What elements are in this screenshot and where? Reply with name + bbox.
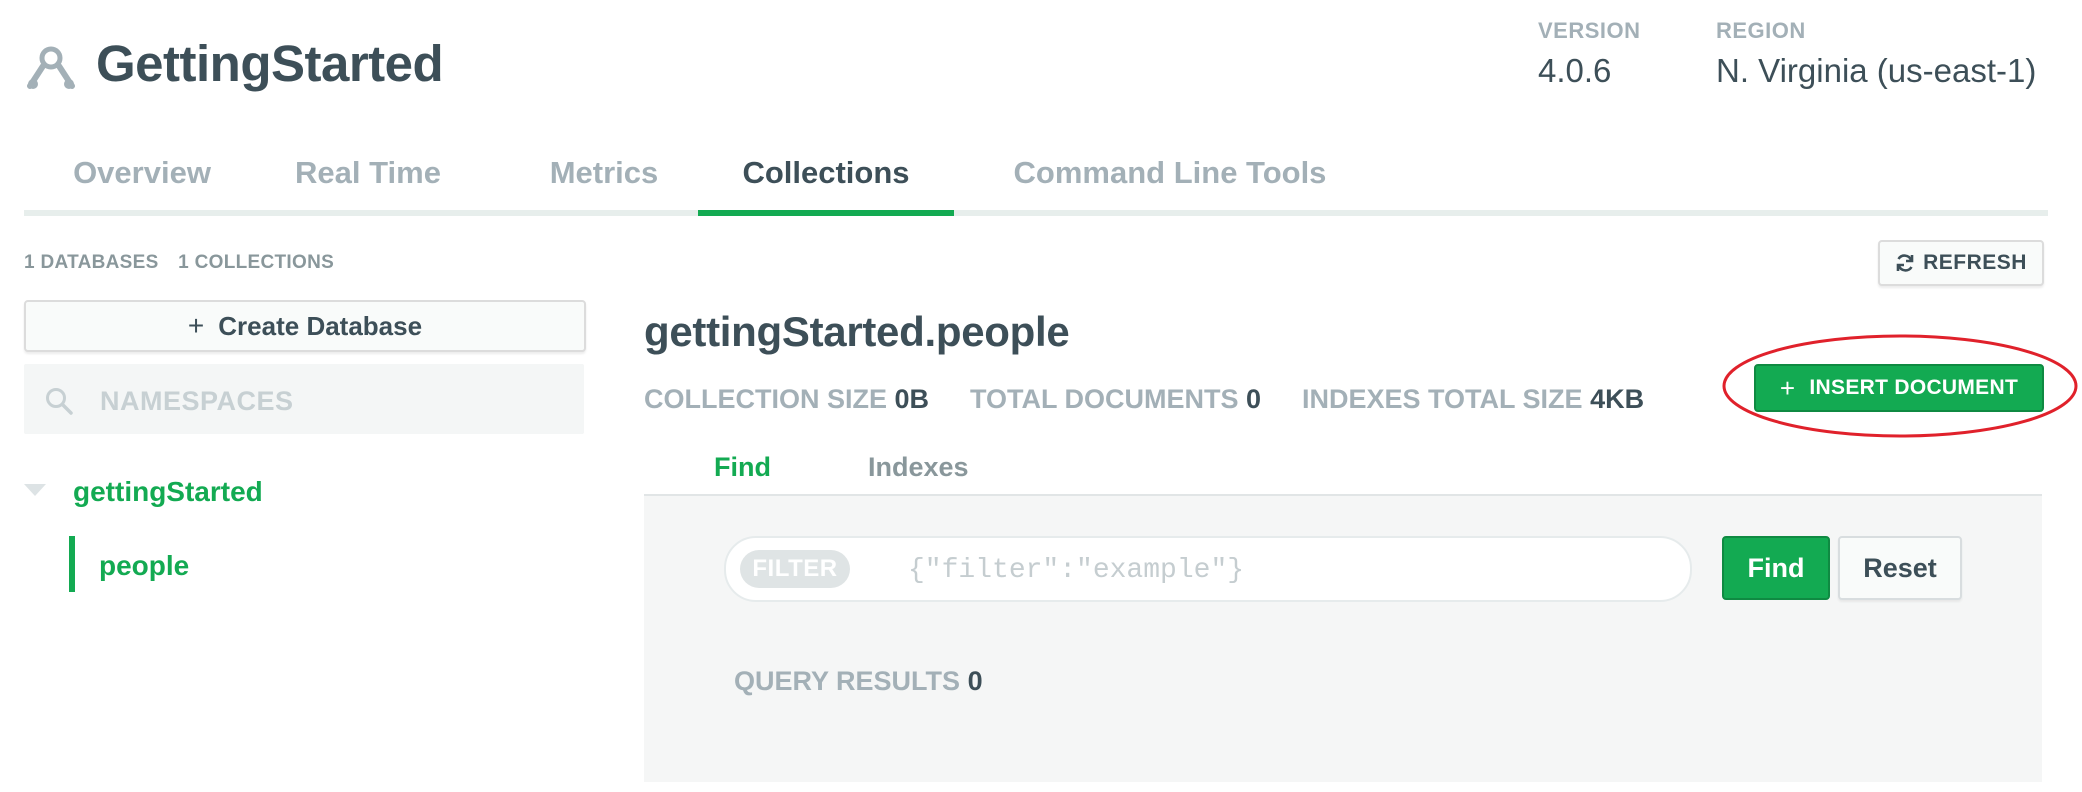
collection-count: 1 COLLECTIONS <box>178 252 335 273</box>
filter-input[interactable] <box>906 548 1670 592</box>
tab-overview[interactable]: Overview <box>48 148 236 210</box>
query-results-value: 0 <box>967 666 983 696</box>
database-count: 1 DATABASES <box>24 252 159 273</box>
create-database-label: Create Database <box>218 310 423 341</box>
indexes-size-label: INDEXES TOTAL SIZE <box>1302 384 1583 414</box>
tab-command-line-tools[interactable]: Command Line Tools <box>990 148 1350 210</box>
subtab-indexes[interactable]: Indexes <box>868 452 969 483</box>
reset-button[interactable]: Reset <box>1838 536 1962 600</box>
version-value: 4.0.6 <box>1538 52 1612 89</box>
cluster-icon <box>27 46 75 89</box>
plus-icon: + <box>187 310 205 341</box>
filter-pill: FILTER <box>740 550 850 588</box>
region-label: REGION <box>1716 18 1806 43</box>
region-value: N. Virginia (us-east-1) <box>1716 52 2037 89</box>
collection-size-value: 0B <box>894 384 930 414</box>
indexes-size-stat: INDEXES TOTAL SIZE 4KB <box>1302 384 1644 415</box>
namespace-search <box>24 364 584 434</box>
tab-metrics[interactable]: Metrics <box>514 148 694 210</box>
plus-icon: + <box>1779 372 1796 403</box>
filter-bar: FILTER <box>724 536 1692 602</box>
total-documents-stat: TOTAL DOCUMENTS 0 <box>970 384 1261 415</box>
version-label: VERSION <box>1538 18 1641 43</box>
namespace-title: gettingStarted.people <box>644 308 1070 355</box>
search-icon <box>46 388 73 415</box>
insert-document-label: INSERT DOCUMENT <box>1809 376 2019 399</box>
tab-real-time[interactable]: Real Time <box>258 148 478 210</box>
query-results-label: QUERY RESULTS <box>734 666 961 696</box>
find-button[interactable]: Find <box>1722 536 1830 600</box>
query-results: QUERY RESULTS 0 <box>734 666 983 697</box>
refresh-button[interactable]: REFRESH <box>1878 240 2044 286</box>
insert-document-button[interactable]: + INSERT DOCUMENT <box>1754 364 2044 412</box>
refresh-label: REFRESH <box>1923 251 2027 274</box>
sidebar-database-gettingstarted[interactable]: gettingStarted <box>73 476 263 508</box>
cluster-title: GettingStarted <box>96 35 444 92</box>
tab-collections[interactable]: Collections <box>698 148 954 216</box>
sidebar-collection-people[interactable]: people <box>99 550 189 582</box>
namespace-counts: 1 DATABASES 1 COLLECTIONS <box>24 252 348 274</box>
total-documents-label: TOTAL DOCUMENTS <box>970 384 1239 414</box>
subtab-find[interactable]: Find <box>714 452 771 483</box>
collection-size-label: COLLECTION SIZE <box>644 384 887 414</box>
active-collection-indicator <box>69 536 75 592</box>
collection-size-stat: COLLECTION SIZE 0B <box>644 384 929 415</box>
caret-down-icon[interactable] <box>24 484 46 496</box>
create-database-button[interactable]: + Create Database <box>24 300 586 352</box>
indexes-size-value: 4KB <box>1590 384 1645 414</box>
refresh-icon <box>1896 254 1914 272</box>
total-documents-value: 0 <box>1246 384 1262 414</box>
cluster-tabs: Overview Real Time Metrics Collections C… <box>24 148 2048 216</box>
namespace-search-input[interactable] <box>98 378 572 424</box>
